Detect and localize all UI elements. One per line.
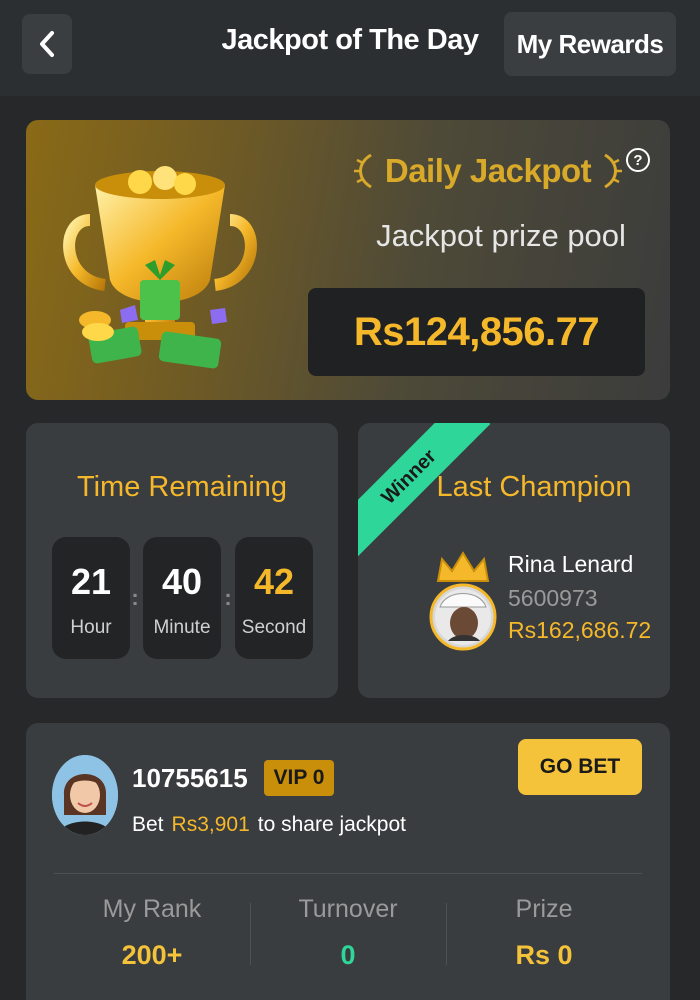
time-remaining-title: Time Remaining	[76, 471, 288, 503]
minute-box: 40 Minute	[143, 537, 221, 659]
turnover-value: 0	[340, 940, 356, 970]
laurel-icon	[353, 153, 372, 189]
user-id: 10755615	[132, 763, 248, 793]
bet-suffix: to share jackpot	[257, 813, 407, 836]
my-rank-value: 200+	[121, 940, 183, 970]
champion-id: 5600973	[508, 585, 598, 611]
jackpot-title-group: Daily Jackpot	[342, 148, 634, 194]
divider	[54, 873, 642, 874]
avatar	[52, 755, 118, 835]
minute-value: 40	[161, 561, 203, 602]
last-champion-card: Winner Last Champion Rina Lenard 5600973…	[358, 423, 670, 698]
prize-pool-amount: Rs124,856.77	[308, 288, 645, 376]
second-box: 42 Second	[235, 537, 313, 659]
time-separator: :	[131, 585, 139, 610]
time-remaining-card: Time Remaining 21 Hour : 40 Minute : 42 …	[26, 423, 338, 698]
hour-box: 21 Hour	[52, 537, 130, 659]
jackpot-title: Daily Jackpot	[384, 152, 592, 189]
user-card: 10755615 VIP 0 Bet Rs3,901 to share jackpo…	[26, 723, 670, 1000]
top-bar: Jackpot of The Day My Rewards	[0, 0, 700, 96]
hour-label: Hour	[70, 617, 112, 638]
prize-value: Rs 0	[515, 940, 573, 970]
prize-stat: Prize Rs 0	[446, 895, 642, 971]
my-rank-label: My Rank	[102, 895, 202, 923]
turnover-label: Turnover	[298, 895, 398, 923]
second-label: Second	[241, 617, 307, 638]
prize-pool-label: Jackpot prize pool	[376, 218, 626, 253]
champion-name: Rina Lenard	[508, 551, 634, 577]
bet-prefix: Bet	[132, 813, 164, 836]
time-separator: :	[224, 585, 232, 610]
help-icon[interactable]: ?	[626, 148, 650, 172]
crown-icon	[436, 551, 490, 582]
laurel-icon	[604, 153, 623, 189]
jackpot-card: Daily Jackpot ? Jackpot prize pool Rs124…	[26, 120, 670, 400]
my-rank-stat: My Rank 200+	[54, 895, 250, 971]
champion-avatar	[429, 551, 497, 651]
turnover-stat: Turnover 0	[250, 895, 446, 971]
hour-value: 21	[70, 561, 112, 602]
back-chevron-icon	[40, 31, 54, 57]
vip-badge: VIP 0	[264, 760, 334, 796]
minute-label: Minute	[153, 617, 211, 638]
champion-amount: Rs162,686.72	[508, 617, 652, 643]
go-bet-button[interactable]: GO BET	[518, 739, 642, 795]
user-avatar-image	[52, 755, 118, 835]
last-champion-title: Last Champion	[436, 471, 632, 503]
bet-amount: Rs3,901	[171, 813, 250, 836]
prize-label: Prize	[515, 895, 573, 923]
my-rewards-button[interactable]: My Rewards	[504, 12, 676, 76]
page-title: Jackpot of The Day	[221, 24, 479, 56]
trophy-icon	[63, 166, 257, 369]
bet-info: Bet Rs3,901 to share jackpot	[132, 813, 406, 837]
second-value: 42	[253, 561, 295, 602]
back-button[interactable]	[22, 14, 72, 74]
